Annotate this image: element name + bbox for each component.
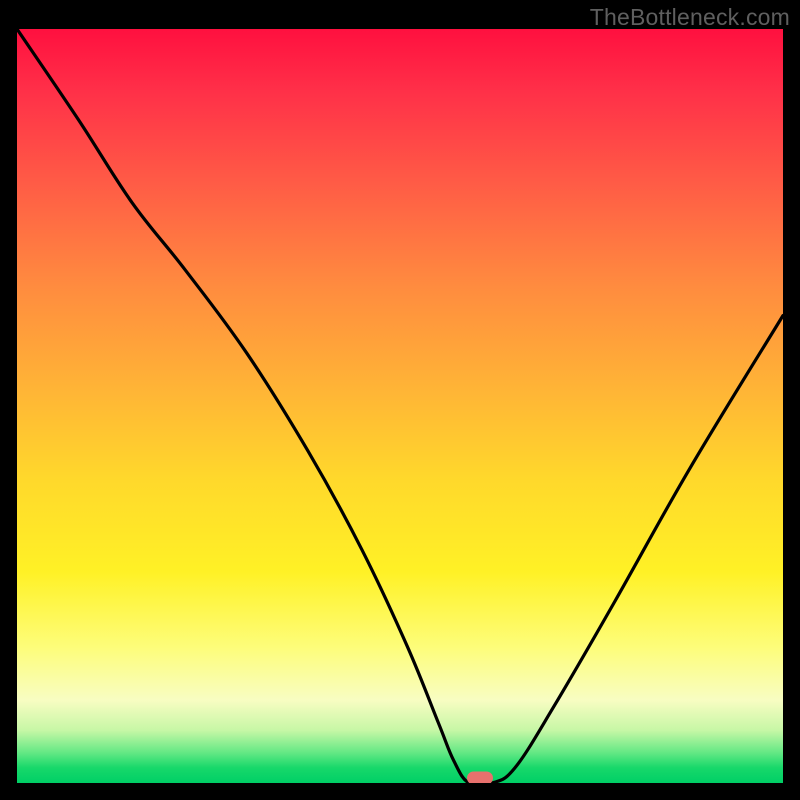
plot-area xyxy=(17,29,783,783)
optimum-marker xyxy=(467,772,493,784)
bottleneck-curve xyxy=(17,29,783,783)
watermark-text: TheBottleneck.com xyxy=(590,4,790,31)
chart-frame: TheBottleneck.com xyxy=(0,0,800,800)
